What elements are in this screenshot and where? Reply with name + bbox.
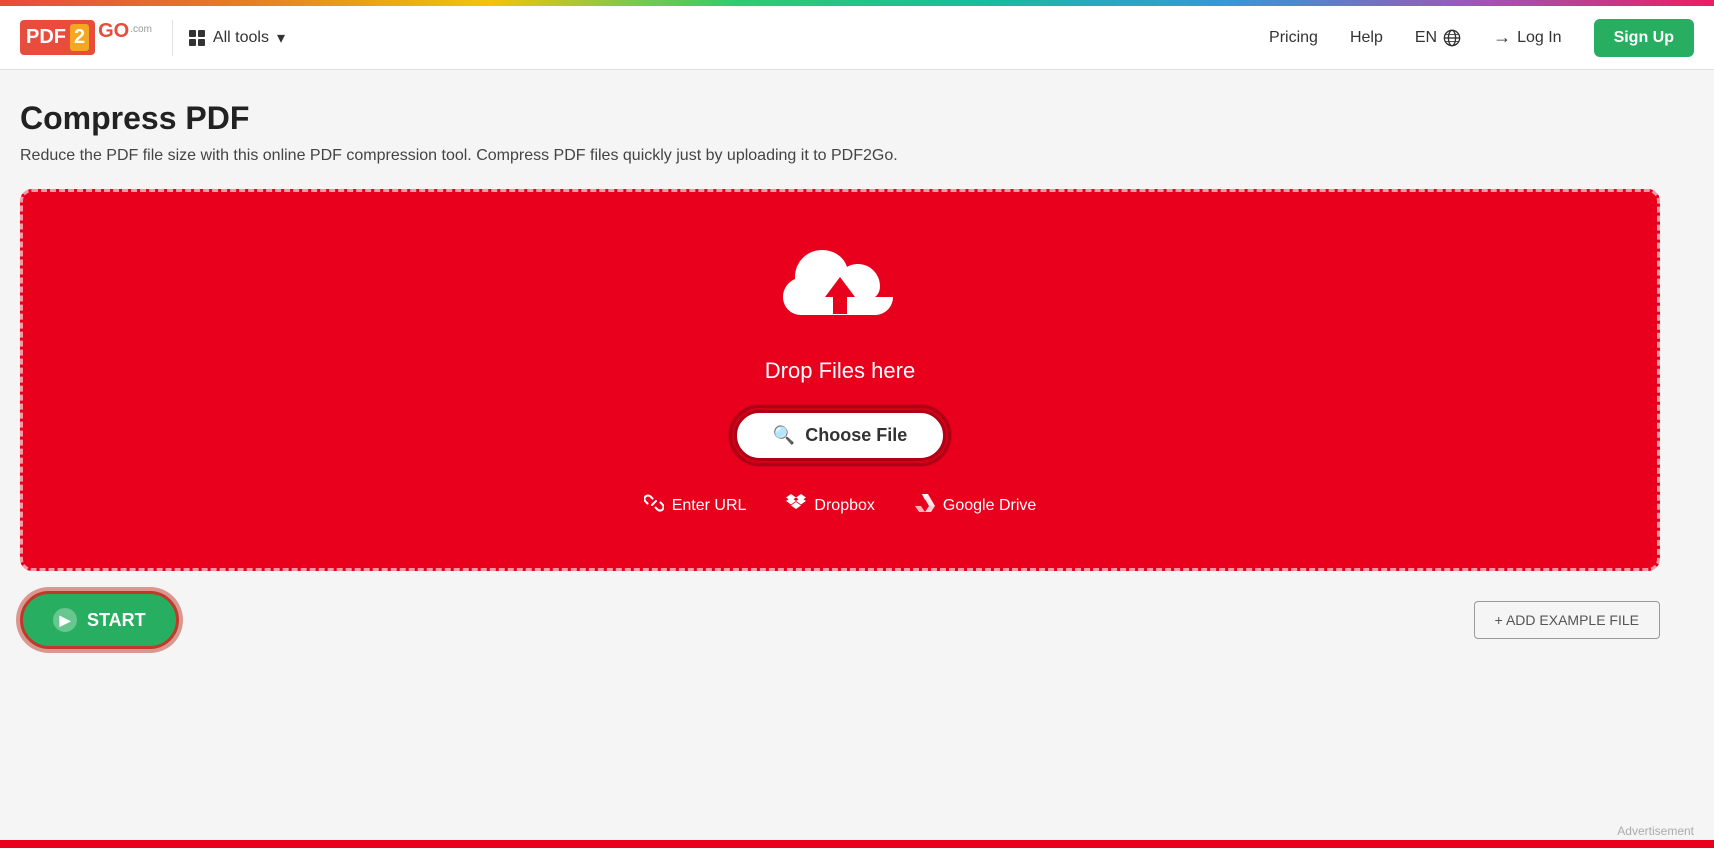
extra-options: Enter URL Dropbox bbox=[644, 493, 1037, 518]
choose-file-button[interactable]: 🔍 Choose File bbox=[734, 410, 946, 461]
logo-com: .com bbox=[130, 24, 152, 35]
nav-links: Pricing Help EN → Log In Sign Up bbox=[1269, 19, 1694, 57]
bottom-bar: ▶ START + ADD EXAMPLE FILE bbox=[20, 571, 1660, 669]
dropbox-icon bbox=[786, 494, 806, 517]
logo-pdf: PDF 2 bbox=[20, 20, 95, 55]
google-drive-icon bbox=[915, 494, 935, 517]
login-button[interactable]: → Log In bbox=[1493, 27, 1561, 48]
main-content: Compress PDF Reduce the PDF file size wi… bbox=[0, 70, 1680, 689]
globe-icon bbox=[1443, 29, 1461, 47]
logo[interactable]: PDF 2 GO .com bbox=[20, 20, 152, 55]
drop-zone[interactable]: Drop Files here 🔍 Choose File Enter URL bbox=[20, 189, 1660, 571]
link-icon bbox=[644, 493, 664, 518]
logo-2: 2 bbox=[70, 24, 89, 51]
all-tools-button[interactable]: All tools ▾ bbox=[172, 20, 301, 56]
page-title: Compress PDF bbox=[20, 100, 1660, 137]
bottom-stripe bbox=[0, 840, 1714, 848]
cloud-upload-icon bbox=[780, 242, 900, 342]
pricing-link[interactable]: Pricing bbox=[1269, 29, 1318, 47]
start-arrow-icon: ▶ bbox=[53, 608, 77, 632]
dropbox-option[interactable]: Dropbox bbox=[786, 493, 874, 518]
logo-go: GO bbox=[98, 20, 129, 43]
start-button[interactable]: ▶ START bbox=[20, 591, 179, 649]
page-description: Reduce the PDF file size with this onlin… bbox=[20, 147, 1660, 165]
add-example-button[interactable]: + ADD EXAMPLE FILE bbox=[1474, 601, 1660, 639]
grid-icon bbox=[189, 30, 205, 46]
drop-files-text: Drop Files here bbox=[765, 358, 915, 384]
enter-url-option[interactable]: Enter URL bbox=[644, 493, 747, 518]
language-button[interactable]: EN bbox=[1415, 29, 1461, 47]
search-icon: 🔍 bbox=[773, 425, 795, 446]
help-link[interactable]: Help bbox=[1350, 29, 1383, 47]
google-drive-option[interactable]: Google Drive bbox=[915, 493, 1036, 518]
navbar: PDF 2 GO .com All tools ▾ Pricing Help E… bbox=[0, 6, 1714, 70]
signup-button[interactable]: Sign Up bbox=[1594, 19, 1694, 57]
advertisement-text: Advertisement bbox=[1617, 824, 1694, 838]
